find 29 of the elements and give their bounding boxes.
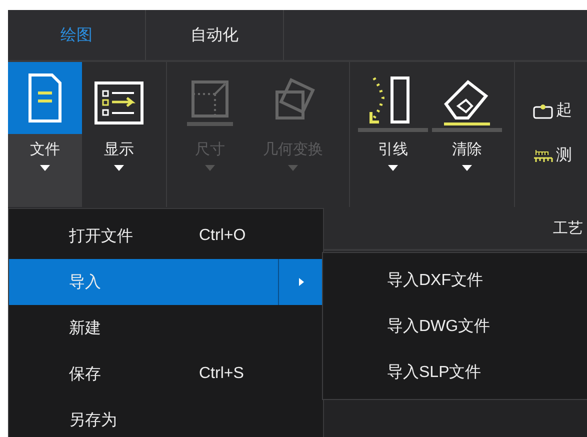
menu-item[interactable]: 保存 Ctrl+S bbox=[9, 351, 323, 397]
ribbon-button[interactable]: 清除 bbox=[430, 62, 504, 207]
ribbon-small-button[interactable]: 测 bbox=[533, 145, 572, 166]
dimension-icon bbox=[187, 78, 233, 128]
ribbon-small-button[interactable]: 起 bbox=[533, 100, 572, 121]
caret-icon bbox=[114, 165, 124, 171]
menu-item[interactable]: 另存为 bbox=[9, 397, 323, 437]
menu-item[interactable]: 打开文件 Ctrl+O bbox=[9, 213, 323, 259]
ribbon-tab[interactable]: 绘图 bbox=[8, 10, 146, 60]
ruler-icon bbox=[533, 148, 553, 164]
ribbon-button[interactable]: 文件 bbox=[8, 62, 82, 207]
document-icon bbox=[27, 73, 63, 123]
menu-item[interactable]: 导入SLP文件 bbox=[323, 349, 587, 395]
list-icon bbox=[94, 81, 144, 125]
group-label: 工艺 bbox=[553, 218, 584, 238]
caret-icon bbox=[388, 165, 398, 171]
ribbon-tab[interactable]: 自动化 bbox=[146, 10, 284, 60]
caret-icon bbox=[288, 165, 298, 171]
menu-item[interactable]: 导入 bbox=[9, 259, 323, 305]
menu-item[interactable]: 导入DXF文件 bbox=[323, 257, 587, 303]
caret-icon bbox=[462, 165, 472, 171]
submenu-arrow-icon bbox=[298, 278, 304, 286]
ribbon-button[interactable]: 显示 bbox=[82, 62, 156, 207]
caret-icon bbox=[40, 165, 50, 171]
ribbon-button[interactable]: 引线 bbox=[356, 62, 430, 207]
menu-item[interactable]: 导入DWG文件 bbox=[323, 303, 587, 349]
leader-icon bbox=[358, 74, 428, 132]
menu-item[interactable]: 新建 bbox=[9, 305, 323, 351]
caret-icon bbox=[205, 165, 215, 171]
